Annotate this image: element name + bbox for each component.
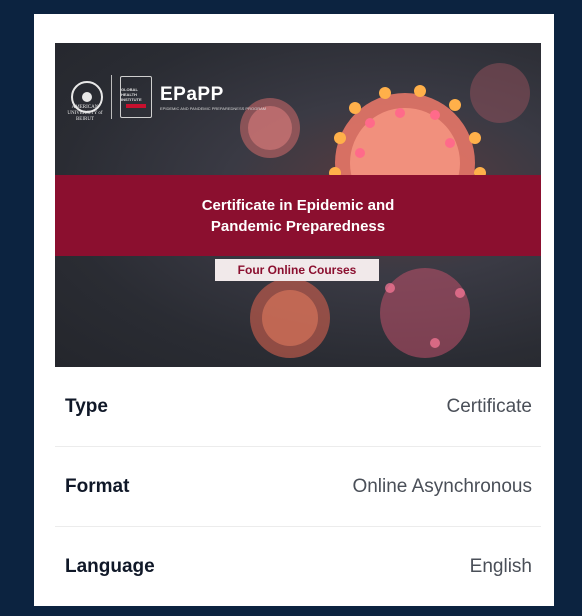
- program-fullname: EPIDEMIC AND PANDEMIC PREPAREDNESS PROGR…: [160, 105, 267, 111]
- university-name: AMERICAN UNIVERSITY of BEIRUT: [67, 105, 103, 122]
- detail-value: Online Asynchronous: [352, 475, 532, 497]
- detail-label: Format: [65, 475, 130, 497]
- detail-label: Type: [65, 396, 108, 417]
- program-acronym: EPaPP: [160, 83, 224, 105]
- course-card: GLOBAL HEALTH INSTITUTE EPaPP EPIDEMIC A…: [34, 14, 554, 606]
- course-title-line-2: Pandemic Preparedness: [210, 217, 386, 235]
- detail-row-type: Type Certificate: [55, 367, 541, 447]
- course-title-line-1: Certificate in Epidemic and: [201, 196, 395, 214]
- detail-row-language: Language English: [55, 526, 541, 606]
- detail-row-format: Format Online Asynchronous: [55, 446, 541, 526]
- detail-value: English: [469, 555, 532, 577]
- program-logo: EPaPP EPIDEMIC AND PANDEMIC PREPAREDNESS…: [160, 84, 266, 111]
- course-hero-image[interactable]: GLOBAL HEALTH INSTITUTE EPaPP EPIDEMIC A…: [55, 43, 541, 367]
- course-title-banner: Certificate in Epidemic and Pandemic Pre…: [55, 175, 541, 256]
- detail-label: Language: [65, 555, 155, 577]
- course-count-badge: Four Online Courses: [215, 259, 379, 281]
- institute-logo: GLOBAL HEALTH INSTITUTE: [120, 76, 152, 118]
- detail-value: Certificate: [446, 396, 532, 417]
